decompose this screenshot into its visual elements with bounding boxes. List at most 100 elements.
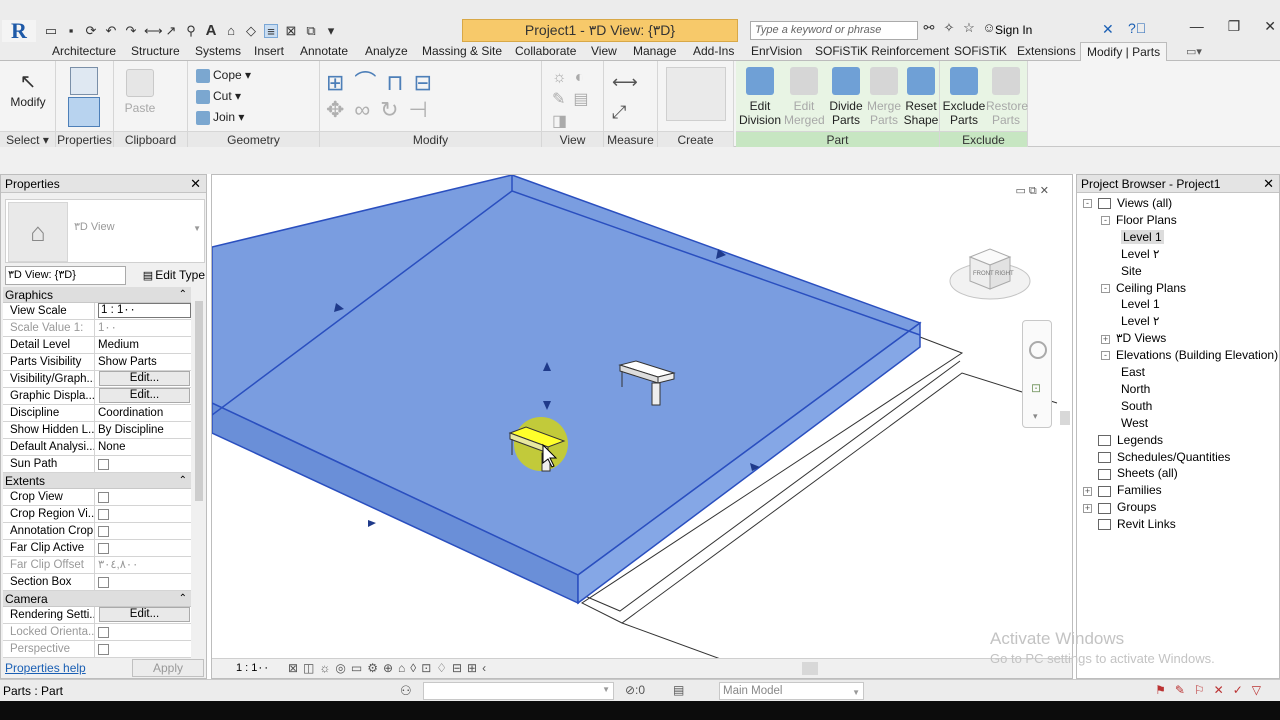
cope-button[interactable]: Cope ▾: [196, 65, 251, 85]
tab-enrvision[interactable]: EnrVision: [751, 42, 802, 61]
binoculars-icon[interactable]: ⚯: [922, 21, 936, 35]
edit-division-button[interactable]: Edit Division: [738, 67, 782, 127]
tab-analyze[interactable]: Analyze: [365, 42, 408, 61]
type-selector[interactable]: ⌂ ۳D View ▼: [5, 199, 205, 263]
expand-toggle-icon[interactable]: -: [1083, 199, 1092, 209]
browser-item[interactable]: - Floor Plans: [1101, 212, 1177, 229]
browser-item[interactable]: Level ۲: [1121, 313, 1159, 330]
minimize-icon[interactable]: —: [1190, 18, 1204, 35]
browser-item[interactable]: South: [1121, 398, 1152, 415]
3d-view-icon[interactable]: ⌂: [224, 24, 238, 38]
tab-annotate[interactable]: Annotate: [300, 42, 348, 61]
align-offset-mirror-icons[interactable]: ⊞⌒⊓⊟: [326, 65, 442, 97]
browser-item[interactable]: Level 1: [1121, 296, 1160, 313]
measure-icons[interactable]: ⟷ ⤢: [612, 67, 638, 127]
expand-toggle-icon[interactable]: -: [1101, 283, 1110, 293]
3d-view-canvas[interactable]: ▭⧉✕ FRONT RIGHT ⊡ ▾ 1 : 1۰۰ ⊠◫☼◎▭⚙⊕⌂◊⊡♢⊟…: [211, 174, 1073, 679]
group-header[interactable]: Camera ⌃: [3, 591, 191, 607]
tab-extensions[interactable]: Extensions: [1017, 42, 1076, 61]
edit-merged-button[interactable]: Edit Merged: [784, 67, 825, 127]
tab-modify-parts[interactable]: Modify | Parts: [1080, 42, 1168, 61]
browser-item[interactable]: East: [1121, 364, 1145, 381]
property-value[interactable]: Coordination: [98, 407, 163, 419]
apply-button[interactable]: Apply: [132, 659, 204, 677]
browser-item[interactable]: Legends: [1083, 432, 1163, 449]
viewcube[interactable]: FRONT RIGHT: [946, 237, 1036, 307]
checkbox[interactable]: [98, 492, 109, 503]
scroll-thumb[interactable]: [195, 301, 203, 501]
view-tools-icons[interactable]: ☼◐ ✎▤ ◨: [552, 67, 597, 133]
sign-in-link[interactable]: Sign In: [995, 21, 1032, 40]
type-properties-icon[interactable]: [70, 67, 98, 95]
checkbox[interactable]: [98, 644, 109, 655]
property-input[interactable]: 1 : 1۰۰: [98, 303, 191, 318]
tab-sofistik-reinforcement[interactable]: SOFiSTiK Reinforcement: [815, 42, 949, 61]
steering-wheel-icon[interactable]: [1029, 341, 1047, 359]
checkbox[interactable]: [98, 543, 109, 554]
properties-help-link[interactable]: Properties help: [5, 661, 86, 675]
move-copy-rotate-icons[interactable]: ✥∞↻⊣: [326, 97, 438, 123]
design-options-icon[interactable]: ▤: [673, 683, 684, 697]
browser-item[interactable]: Level 1: [1121, 229, 1164, 246]
browser-item[interactable]: Level ۲: [1121, 246, 1159, 263]
reset-shape-button[interactable]: Reset Shape: [902, 67, 940, 127]
navigation-bar[interactable]: ⊡ ▾: [1022, 320, 1052, 428]
zoom-icon[interactable]: ⊡: [1031, 381, 1041, 395]
edit-type-button[interactable]: ▤ Edit Type: [131, 266, 205, 285]
thin-lines-icon[interactable]: ≡: [264, 24, 278, 39]
tab-sofistik[interactable]: SOFiSTiK: [954, 42, 1007, 61]
browser-item[interactable]: Site: [1121, 263, 1142, 280]
redo-icon[interactable]: ↷: [124, 24, 138, 38]
divide-parts-button[interactable]: Divide Parts: [826, 67, 866, 127]
tab-massing-site[interactable]: Massing & Site: [422, 42, 502, 61]
editable-only-icon[interactable]: ⊘:0: [625, 683, 645, 697]
close-icon[interactable]: ✕: [1264, 18, 1276, 35]
save-icon[interactable]: ▪: [64, 24, 78, 38]
worksets-icon[interactable]: ⚇: [400, 683, 412, 699]
checkbox[interactable]: [98, 526, 109, 537]
browser-item[interactable]: Schedules/Quantities: [1083, 449, 1230, 466]
restore-parts-button[interactable]: Restore Parts: [986, 67, 1028, 127]
modify-button[interactable]: ↖ Modify: [6, 69, 50, 109]
expand-toggle-icon[interactable]: -: [1101, 351, 1110, 361]
favorites-star-icon[interactable]: ☆: [962, 21, 976, 35]
tab-add-ins[interactable]: Add-Ins: [693, 42, 734, 61]
property-value[interactable]: By Discipline: [98, 424, 164, 436]
browser-item[interactable]: - Views (all): [1083, 195, 1172, 212]
close-icon[interactable]: ✕: [190, 175, 201, 193]
join-button[interactable]: Join ▾: [196, 107, 244, 127]
revit-logo[interactable]: R: [2, 20, 36, 42]
browser-item[interactable]: Revit Links: [1083, 516, 1176, 533]
help-search-input[interactable]: Type a keyword or phrase: [750, 21, 918, 40]
tab-collaborate[interactable]: Collaborate: [515, 42, 576, 61]
browser-item[interactable]: + Groups: [1083, 499, 1156, 516]
view-scale[interactable]: 1 : 1۰۰: [236, 661, 269, 674]
undo-icon[interactable]: ↶: [104, 24, 118, 38]
ribbon-toggle-icon[interactable]: ▭▾: [1186, 45, 1202, 58]
properties-scrollbar[interactable]: [193, 287, 205, 652]
select-dropdown[interactable]: Select ▾: [0, 131, 55, 147]
expand-toggle-icon[interactable]: -: [1101, 216, 1110, 226]
selection-filter-icons[interactable]: ⚑✎⚐✕✓▽: [1155, 683, 1270, 697]
open-icon[interactable]: ▭: [44, 24, 58, 38]
switch-windows-icon[interactable]: ⧉: [304, 24, 318, 38]
properties-palette-icon[interactable]: [68, 97, 100, 127]
browser-item[interactable]: West: [1121, 415, 1148, 432]
browser-item[interactable]: - Elevations (Building Elevation): [1101, 347, 1278, 364]
view-control-icons[interactable]: ⊠◫☼◎▭⚙⊕⌂◊⊡♢⊟⊞‹: [288, 661, 491, 675]
group-header[interactable]: Graphics ⌃: [3, 287, 191, 303]
subscription-icon[interactable]: ✧: [942, 21, 956, 35]
edit-button[interactable]: Edit...: [99, 388, 190, 403]
exchange-apps-icon[interactable]: ✕: [1102, 21, 1114, 38]
cut-button[interactable]: Cut ▾: [196, 86, 241, 106]
selected-floor-part[interactable]: [212, 175, 922, 605]
design-option-combo[interactable]: Main Model ▼: [719, 682, 864, 700]
browser-item[interactable]: Sheets (all): [1083, 465, 1178, 482]
navbar-options-icon[interactable]: ▾: [1033, 411, 1038, 422]
tag-icon[interactable]: ⚲: [184, 24, 198, 38]
workset-combo[interactable]: ▼: [423, 682, 614, 700]
checkbox[interactable]: [98, 627, 109, 638]
checkbox[interactable]: [98, 577, 109, 588]
create-similar-icon[interactable]: [666, 67, 726, 121]
exclude-parts-button[interactable]: Exclude Parts: [942, 67, 986, 127]
